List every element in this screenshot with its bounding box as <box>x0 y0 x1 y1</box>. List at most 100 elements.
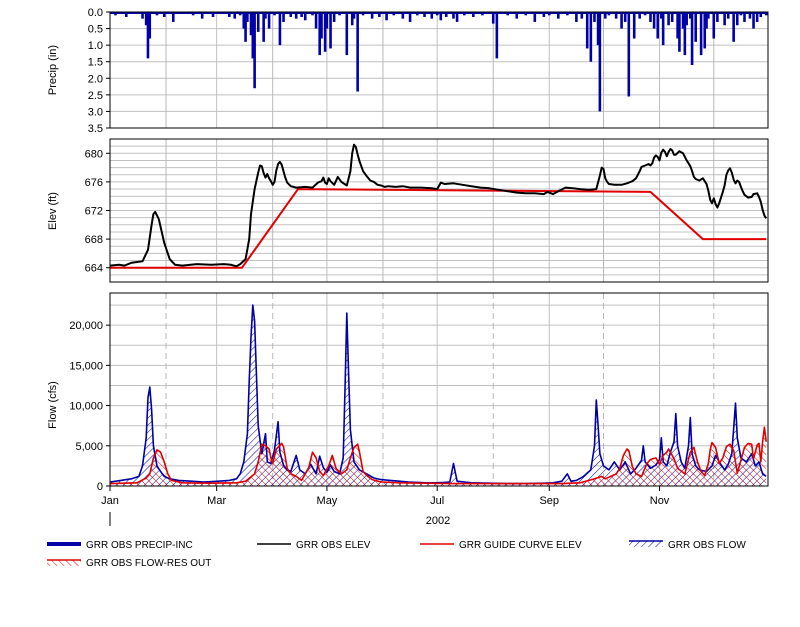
precip-bar <box>623 12 627 22</box>
precip-bar <box>452 12 455 19</box>
precip-y-ticks: 0.0 0.5 1.0 1.5 2.0 2.5 3.0 3.5 <box>88 7 110 135</box>
precip-bar <box>332 12 336 22</box>
flow-y-axis-label: Flow (cfs) <box>47 381 59 429</box>
precip-bar <box>678 12 681 52</box>
flow-y-ticks: 0 5,000 10,000 15,000 20,000 <box>69 320 110 493</box>
precip-bar <box>233 12 237 19</box>
precip-bar <box>320 12 323 39</box>
precip-bar <box>408 12 412 22</box>
legend-item-obs-flow: GRR OBS FLOW <box>629 540 746 551</box>
precip-bar <box>162 12 166 17</box>
precip-tick-label: 2.0 <box>88 73 103 85</box>
precip-bar <box>200 12 204 19</box>
precip-tick-label: 3.5 <box>88 123 103 135</box>
precip-bar <box>604 12 607 19</box>
precip-bar <box>401 12 405 19</box>
x-tick-label: Sep <box>539 495 559 507</box>
precip-bar <box>491 12 495 24</box>
precip-bar <box>598 12 602 112</box>
precip-bar <box>723 12 726 26</box>
flow-tick-label: 20,000 <box>69 320 103 332</box>
precip-bar <box>294 12 298 19</box>
precip-bar <box>378 12 381 17</box>
precip-bar <box>726 12 730 19</box>
precip-bar <box>755 12 759 22</box>
precip-bar <box>593 12 596 22</box>
precip-bar <box>661 12 665 46</box>
precip-bar <box>303 12 307 21</box>
precip-tick-label: 0.5 <box>88 24 103 36</box>
precip-bar <box>148 12 152 39</box>
precip-bar <box>759 12 763 17</box>
precip-bar <box>278 12 282 46</box>
precip-tick-label: 2.5 <box>88 90 103 102</box>
precip-bar <box>557 12 560 19</box>
legend-label-precip: GRR OBS PRECIP-INC <box>86 540 193 551</box>
precip-bar <box>670 12 674 22</box>
precip-bar <box>300 12 303 17</box>
precip-bar <box>289 12 293 17</box>
elev-panel: 664 668 672 676 680 Elev (ft) <box>47 138 769 283</box>
legend-item-precip: GRR OBS PRECIP-INC <box>47 540 193 551</box>
precip-bar <box>743 12 746 22</box>
precip-bar <box>632 12 636 39</box>
precip-bar <box>141 12 144 19</box>
elev-tick-label: 664 <box>85 263 103 275</box>
hydrograph-chart: 0.0 0.5 1.0 1.5 2.0 2.5 3.0 3.5 Precip (in) 664… <box>47 7 769 569</box>
precip-bar <box>256 12 260 32</box>
precip-bar <box>455 12 459 22</box>
precip-bar <box>211 12 215 17</box>
precip-bar <box>690 12 694 66</box>
precip-bar <box>171 12 175 22</box>
precip-tick-label: 1.0 <box>88 40 103 52</box>
precip-tick-label: 0.0 <box>88 7 103 19</box>
flow-tick-label: 10,000 <box>69 401 103 413</box>
legend-item-obs-elev: GRR OBS ELEV <box>257 540 371 551</box>
precip-bar <box>495 12 499 59</box>
precip-bar <box>370 12 374 19</box>
elev-y-ticks: 664 668 672 676 680 <box>85 148 110 275</box>
x-tick-label: Mar <box>207 495 226 507</box>
precip-bar <box>385 12 388 21</box>
flow-tick-label: 0 <box>97 481 103 493</box>
precip-bar <box>430 12 434 19</box>
precip-plot-area <box>110 12 768 128</box>
elev-tick-label: 676 <box>85 177 103 189</box>
x-axis-year-label: 2002 <box>426 515 450 527</box>
precip-tick-label: 3.0 <box>88 106 103 118</box>
precip-panel: 0.0 0.5 1.0 1.5 2.0 2.5 3.0 3.5 Precip (in) <box>47 7 769 135</box>
precip-bar <box>638 12 641 19</box>
precip-bar <box>580 12 584 19</box>
precip-bar <box>656 12 660 39</box>
precip-bar <box>589 12 593 62</box>
x-tick-label: Nov <box>650 495 670 507</box>
precip-bar <box>752 12 755 29</box>
precip-bar <box>329 12 332 49</box>
precip-bar <box>352 12 356 19</box>
legend-label-obs-flow: GRR OBS FLOW <box>668 540 746 551</box>
elev-tick-label: 668 <box>85 234 103 246</box>
x-tick-label: May <box>317 495 338 507</box>
precip-bar <box>707 12 710 19</box>
precip-bar <box>627 12 631 97</box>
legend-item-guide-curve: GRR GUIDE CURVE ELEV <box>420 540 582 551</box>
precip-tick-label: 1.5 <box>88 57 103 69</box>
legend-label-obs-elev: GRR OBS ELEV <box>296 540 371 551</box>
x-tick-label: Jan <box>101 495 119 507</box>
precip-bar <box>585 12 589 49</box>
precip-bar <box>472 12 475 17</box>
precip-bar <box>246 12 249 22</box>
precip-bar <box>735 12 739 26</box>
precip-bar <box>439 12 443 21</box>
flow-tick-label: 5,000 <box>75 441 103 453</box>
precip-bar <box>515 12 519 19</box>
precip-bar <box>264 12 267 19</box>
precip-bar <box>345 12 349 56</box>
precip-bar <box>124 12 128 17</box>
legend-swatch-res-out <box>47 560 81 566</box>
precip-bar <box>575 12 578 22</box>
precip-bar <box>685 12 688 26</box>
precip-bar <box>748 12 752 19</box>
precip-bar <box>356 12 359 92</box>
legend: GRR OBS PRECIP-INC GRR OBS ELEV GRR GUID… <box>47 540 746 569</box>
